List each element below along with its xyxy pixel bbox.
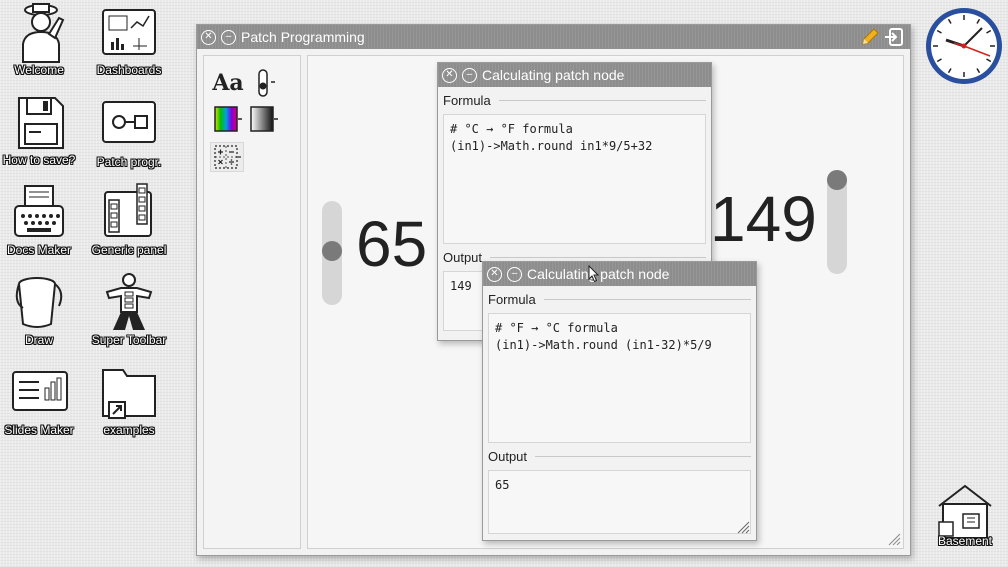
formula-label: Formula (488, 292, 751, 307)
minimize-icon[interactable]: – (221, 29, 236, 45)
close-icon[interactable]: ✕ (487, 266, 502, 282)
desktop-icon-label: Draw (24, 333, 53, 347)
desktop-icon-examples[interactable]: examples (84, 362, 174, 437)
slider-tool-icon (258, 69, 275, 97)
desktop-icon-label: Super Toolbar (91, 333, 167, 347)
close-icon[interactable]: ✕ (201, 29, 216, 45)
grayscale-tool[interactable] (248, 104, 280, 134)
desktop-icon-label: How to save? (2, 153, 76, 167)
person-hat-icon (22, 3, 65, 63)
window-titlebar[interactable]: ✕ – Patch Programming (197, 25, 910, 49)
fahrenheit-value: 149 (710, 183, 817, 255)
desktop-icon-label: Patch progr. (96, 155, 162, 169)
node-titlebar[interactable]: ✕ – Calculating patch node (483, 262, 756, 286)
desktop-icon-basement[interactable]: Basement (920, 482, 1008, 548)
formula-editor[interactable]: # °F → °C formula (in1)->Math.round (in1… (488, 313, 751, 443)
slider-knob[interactable] (322, 241, 342, 262)
slider-knob[interactable] (827, 170, 847, 190)
desktop-icon-label: examples (103, 423, 155, 437)
minimize-icon[interactable]: – (462, 67, 477, 83)
desktop-icon-label: Docs Maker (6, 243, 71, 257)
desktop-icon-patch-progr[interactable]: Patch progr. (84, 96, 174, 169)
desktop-icon-label: Dashboards (96, 63, 162, 77)
paint-bucket-icon (15, 277, 63, 328)
grayscale-gradient-icon (250, 106, 278, 132)
minimize-icon[interactable]: – (507, 266, 522, 282)
formula-label: Formula (443, 93, 706, 108)
color-tool[interactable] (212, 104, 244, 134)
resize-grip-icon[interactable] (736, 520, 750, 534)
desktop-icon-label: Slides Maker (4, 423, 74, 437)
slides-icon (12, 371, 68, 411)
output-label: Output (488, 449, 751, 464)
close-icon[interactable]: ✕ (442, 67, 457, 83)
desktop-icon-draw[interactable]: Draw (0, 272, 84, 347)
desktop-icon-super-toolbar[interactable]: Super Toolbar (84, 272, 174, 347)
desktop-icon-label: Basement (937, 534, 993, 548)
text-tool[interactable]: Aa (212, 68, 244, 98)
desktop-icon-welcome[interactable]: Welcome (0, 2, 84, 77)
floppy-disk-icon (18, 97, 64, 149)
color-gradient-icon (214, 106, 242, 132)
desktop-icon-label: Welcome (14, 63, 64, 77)
node-titlebar[interactable]: ✕ – Calculating patch node (438, 63, 711, 87)
mouse-cursor-icon (588, 265, 600, 283)
desktop-icon-label: Generic panel (91, 243, 167, 257)
celsius-value: 65 (356, 208, 428, 280)
window-title: Patch Programming (241, 29, 365, 45)
desktop-icon-slides-maker[interactable]: Slides Maker (0, 362, 84, 437)
desktop-icon-docs-maker[interactable]: Docs Maker (0, 184, 84, 257)
desktop-icon-generic-panel[interactable]: Generic panel (84, 182, 174, 257)
calculator-icon (214, 145, 241, 169)
clock-widget (926, 8, 1002, 84)
formula-editor[interactable]: # °C → °F formula (in1)->Math.round in1*… (443, 114, 706, 244)
dashboard-icon (102, 9, 156, 55)
folder-shortcut-icon (102, 369, 156, 419)
exit-icon[interactable] (884, 27, 904, 47)
output-box: 65 (488, 470, 751, 534)
resize-grip-icon[interactable] (887, 532, 901, 546)
text-tool-label: Aa (212, 70, 244, 96)
slider-tool[interactable] (248, 68, 280, 98)
toolbar-figure-icon (105, 273, 153, 330)
component-palette: Aa (203, 55, 301, 549)
patch-icon (102, 101, 156, 143)
typewriter-icon (14, 185, 64, 237)
desktop-icon-how-to-save[interactable]: How to save? (0, 94, 84, 167)
pencil-edit-icon[interactable] (860, 27, 880, 47)
calc-node-f-to-c: ✕ – Calculating patch node Formula # °F … (482, 261, 757, 541)
celsius-slider[interactable] (322, 201, 342, 305)
node-title: Calculating patch node (482, 67, 625, 83)
panel-icon (104, 183, 152, 237)
calc-node-tool[interactable] (210, 142, 244, 172)
basement-house-icon (938, 484, 992, 539)
desktop-icon-dashboards[interactable]: Dashboards (84, 4, 174, 77)
fahrenheit-slider[interactable] (827, 170, 847, 274)
